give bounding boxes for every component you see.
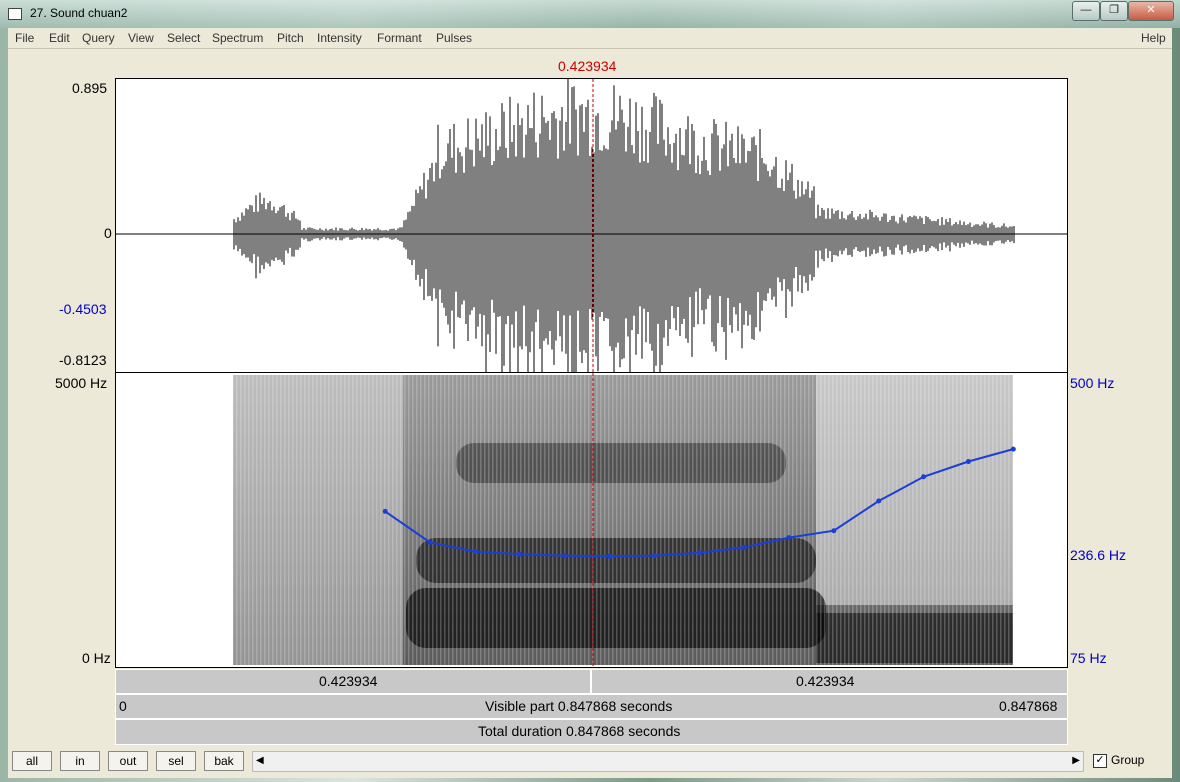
- title-bar[interactable]: 27. Sound chuan2 — ❐ ✕: [0, 0, 1180, 28]
- visible-start-value: 0: [119, 698, 127, 714]
- spectrogram-striations: [233, 375, 1013, 665]
- menu-file[interactable]: File: [15, 31, 34, 45]
- sound-editor-window: 27. Sound chuan2 — ❐ ✕ File Edit Query V…: [0, 0, 1180, 782]
- spectrogram-top-freq: 5000 Hz: [55, 375, 108, 391]
- cursor-left-bar[interactable]: 0.423934: [115, 669, 591, 694]
- pitch-point: [741, 544, 747, 550]
- window-title: 27. Sound chuan2: [30, 6, 128, 20]
- scroll-right-icon[interactable]: ▶: [1072, 755, 1080, 766]
- pitch-point: [786, 535, 792, 541]
- waveform-ymin-label: -0.8123: [59, 352, 107, 368]
- menu-help[interactable]: Help: [1141, 31, 1166, 45]
- group-label: Group: [1111, 753, 1145, 767]
- spectrogram-bottom-freq: 0 Hz: [82, 650, 111, 666]
- menu-formant[interactable]: Formant: [377, 31, 422, 45]
- pitch-mid-label: 236.6 Hz: [1070, 547, 1127, 563]
- pitch-point: [651, 553, 657, 559]
- visible-end-value: 0.847868: [999, 698, 1058, 714]
- visible-part-bar[interactable]: 0 Visible part 0.847868 seconds 0.847868: [115, 694, 1068, 719]
- pitch-point: [382, 508, 388, 514]
- menu-edit[interactable]: Edit: [49, 31, 70, 45]
- zoom-in-button[interactable]: in: [60, 751, 100, 771]
- zoom-out-button[interactable]: out: [108, 751, 148, 771]
- maximize-button[interactable]: ❐: [1100, 1, 1128, 21]
- scroll-left-icon[interactable]: ◀: [256, 755, 264, 766]
- pitch-top-label: 500 Hz: [1070, 375, 1115, 391]
- cursor-time-label: 0.423934: [558, 58, 617, 74]
- waveform-ymax-label: 0.895: [72, 80, 108, 96]
- waveform-signal: [233, 79, 1015, 372]
- menu-pulses[interactable]: Pulses: [436, 31, 472, 45]
- pitch-bottom-label: 75 Hz: [1070, 650, 1107, 666]
- pitch-point: [696, 550, 702, 556]
- zoom-selection-button[interactable]: sel: [156, 751, 196, 771]
- pitch-point: [876, 498, 882, 504]
- menu-pitch[interactable]: Pitch: [277, 31, 304, 45]
- pitch-point: [921, 474, 927, 480]
- spectrogram-plot: [233, 373, 1016, 667]
- menu-bar: File Edit Query View Select Spectrum Pit…: [8, 28, 1172, 49]
- horizontal-scrollbar[interactable]: ◀ ▶: [252, 751, 1084, 772]
- pitch-point: [562, 553, 568, 559]
- menu-view[interactable]: View: [128, 31, 154, 45]
- menu-spectrum[interactable]: Spectrum: [212, 31, 263, 45]
- total-duration-bar[interactable]: Total duration 0.847868 seconds: [115, 719, 1068, 745]
- waveform-zero-label: 0: [104, 225, 112, 241]
- minimize-button[interactable]: —: [1072, 1, 1100, 21]
- waveform-plot: [116, 79, 1067, 372]
- menu-select[interactable]: Select: [167, 31, 200, 45]
- zoom-all-button[interactable]: all: [12, 751, 52, 771]
- close-button[interactable]: ✕: [1128, 1, 1174, 21]
- menu-intensity[interactable]: Intensity: [317, 31, 362, 45]
- visible-part-label: Visible part 0.847868 seconds: [485, 698, 673, 714]
- pitch-point: [427, 539, 433, 545]
- waveform-panel[interactable]: [115, 78, 1068, 373]
- total-duration-label: Total duration 0.847868 seconds: [478, 723, 681, 739]
- pitch-point: [965, 459, 971, 465]
- zoom-back-button[interactable]: bak: [204, 751, 244, 771]
- waveform-marker-label: -0.4503: [59, 301, 107, 317]
- pitch-point: [472, 548, 478, 554]
- pitch-point: [517, 551, 523, 557]
- window-icon: [8, 8, 22, 20]
- group-checkbox[interactable]: ✓: [1093, 754, 1107, 768]
- cursor-left-value: 0.423934: [319, 673, 378, 689]
- cursor-right-bar[interactable]: 0.423934: [591, 669, 1068, 694]
- pitch-point: [607, 553, 613, 559]
- pitch-point: [831, 528, 837, 534]
- pitch-point: [1010, 446, 1016, 452]
- cursor-right-value: 0.423934: [796, 673, 855, 689]
- spectrogram-panel[interactable]: [115, 373, 1068, 668]
- menu-query[interactable]: Query: [82, 31, 115, 45]
